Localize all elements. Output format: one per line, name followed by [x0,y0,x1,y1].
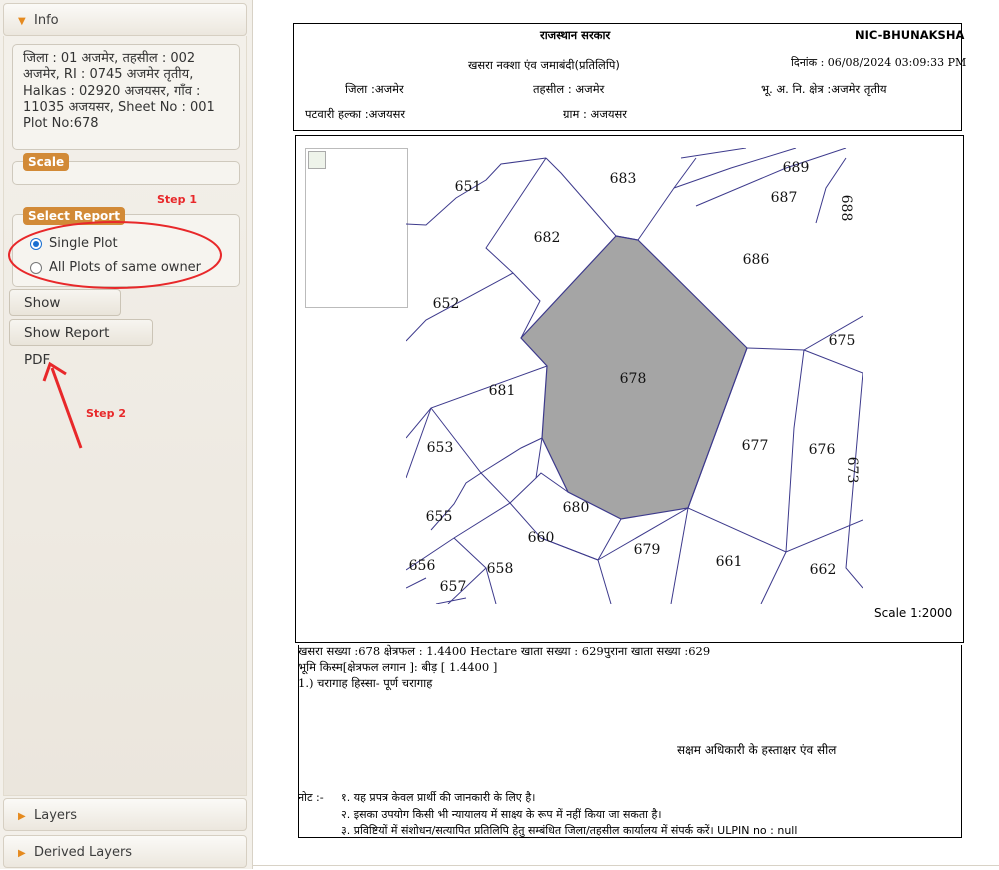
step2-label: Step 2 [86,407,126,420]
plot-boundary-line [480,437,543,504]
note-item: २. इसका उपयोग किसी भी न्यायालय में साक्ष… [341,808,662,821]
plot-number-label: 651 [455,179,482,195]
patwari-halka: पटवारी हल्का :अजयसर [305,107,406,121]
derived-layers-title: Derived Layers [34,845,133,860]
plot-number-label: 682 [534,230,561,246]
plot-number-label: 678 [620,371,647,387]
broken-image-placeholder [305,148,408,308]
plot-boundary-line [406,365,548,439]
owner-line: 1.) चरागाह हिस्सा- पूर्ण चरागाह [298,676,433,690]
plot-number-label: 656 [409,558,436,574]
plot-boundary-line [803,349,863,374]
village: ग्राम : अजयसर [563,107,627,121]
plot-boundary-line [435,597,467,604]
layers-accordion-header[interactable]: ▶ Layers [3,798,247,831]
plot-number-label: 660 [528,530,555,546]
plot-number-label: 683 [610,171,637,187]
plot-number-label: 681 [489,383,516,399]
plot-number-label: 661 [716,554,743,570]
doc-title: खसरा नक्शा एंव जमाबंदी(प्रतिलिपि) [468,58,620,72]
derived-layers-accordion-header[interactable]: ▶ Derived Layers [3,835,247,868]
note-item: ३. प्रविष्टियों में संशोधन/सत्यापित प्रत… [341,824,798,837]
plot-number-label: 658 [487,561,514,577]
plot-boundary-line [785,349,805,553]
scale-label: Scale 1:2000 [874,606,953,620]
annotation-overlay [8,221,222,449]
note-item: १. यह प्रपत्र केवल प्रार्थी की जानकारी क… [341,791,536,804]
plot-number-label: 689 [783,160,810,176]
plot-boundary-line [597,559,612,604]
plot-number-label: 676 [809,442,836,458]
plot-boundary-line [680,148,747,159]
plot-number-label: 677 [742,438,769,454]
plot-number-label: 675 [829,333,856,349]
org-name: NIC-BHUNAKSHA [855,28,965,42]
plot-number-label: 652 [433,296,460,312]
plot-number-label: 653 [427,440,454,456]
plot-number-label: 680 [563,500,590,516]
plot-boundary-line [480,437,543,474]
note-label: नोट :- [298,791,324,804]
plot-boundary-line [406,577,427,589]
signature-label: सक्षम अधिकारी के हस्ताक्षर एंव सील [677,743,837,757]
annotation-ellipse [8,221,222,289]
plot-number-label: 688 [838,195,854,222]
collapsed-triangle-icon: ▶ [18,811,26,822]
land-type: भूमि किस्म[क्षेत्रफल लगान ]: बीड़ [ 1.44… [298,660,498,674]
plot-boundary-line [670,507,689,604]
plot-number-label: 657 [440,579,467,595]
broken-image-icon [308,151,326,169]
khasra-line: खसरा सख्या :678 क्षेत्रफल : 1.4400 Hecta… [298,644,711,658]
plot-boundary-line [406,272,514,342]
plot-boundary-line [545,157,617,237]
plot-number-label: 673 [844,457,860,484]
cadastral-map[interactable]: 651 683 689 687 688 682 686 652 675 681 678 653 677 6… [406,148,863,604]
bottom-border [252,865,999,866]
step1-label: Step 1 [157,193,197,206]
district: जिला :अजमेर [345,82,404,96]
plot-number-label: 686 [743,252,770,268]
annotation-arrow-shaft [50,367,83,449]
plot-number-label: 679 [634,542,661,558]
tehsil: तहसील : अजमेर [533,82,605,96]
plot-number-label: 655 [426,509,453,525]
plot-boundary-line [760,551,787,604]
collapsed-triangle-icon: ▶ [18,848,26,859]
govt-title: राजस्थान सरकार [540,28,611,42]
report-date: दिनांक : 06/08/2024 03:09:33 PM [791,56,967,69]
plot-number-label: 662 [810,562,837,578]
plot-boundary-line [485,157,547,339]
ri-area: भू. अ. नि. क्षेत्र :अजमेर तृतीय [761,82,887,96]
layers-title: Layers [34,808,78,823]
plot-boundary-line [673,148,797,189]
plot-number-label: 687 [771,190,798,206]
